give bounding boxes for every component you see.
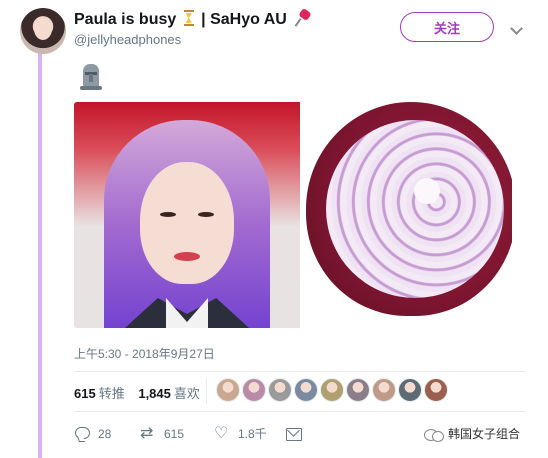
- message-button[interactable]: [286, 426, 310, 442]
- retweet-button[interactable]: 615: [140, 423, 214, 442]
- liker-avatar[interactable]: [346, 378, 370, 402]
- display-name-text: Paula is busy: [74, 11, 177, 28]
- liker-avatar[interactable]: [424, 378, 448, 402]
- hourglass-icon: [183, 10, 195, 26]
- watermark-text: 韩国女子组合: [448, 427, 521, 441]
- like-icon: [214, 423, 230, 442]
- likes-label[interactable]: 喜欢: [174, 386, 200, 401]
- tweet-timestamp[interactable]: 上午5:30 - 2018年9月27日: [74, 345, 215, 362]
- like-button[interactable]: 1.8千: [214, 423, 286, 442]
- tweet-actions: 28 615 1.8千: [74, 423, 310, 442]
- user-handle[interactable]: @jellyheadphones: [74, 32, 181, 47]
- retweets-count[interactable]: 615: [74, 386, 96, 401]
- liker-avatar[interactable]: [242, 378, 266, 402]
- liker-avatar[interactable]: [294, 378, 318, 402]
- thread-line: [38, 52, 42, 458]
- likes-count[interactable]: 1,845: [138, 386, 171, 401]
- onion-photo[interactable]: [302, 102, 512, 328]
- retweet-icon: [140, 423, 156, 442]
- divider: [74, 371, 526, 372]
- display-name[interactable]: Paula is busy | SaHyo AU: [74, 10, 311, 29]
- retweets-label[interactable]: 转推: [99, 386, 125, 401]
- liker-avatar[interactable]: [320, 378, 344, 402]
- liker-avatar[interactable]: [372, 378, 396, 402]
- moai-icon: [80, 64, 102, 90]
- reply-button[interactable]: 28: [74, 426, 140, 442]
- wechat-icon: [424, 427, 444, 442]
- tweet-stats: 615 转推 1,845 喜欢: [74, 383, 210, 402]
- retweet-count: 615: [164, 426, 185, 441]
- liker-avatar[interactable]: [398, 378, 422, 402]
- reply-count: 28: [98, 426, 112, 441]
- message-icon: [286, 426, 302, 442]
- liker-avatar[interactable]: [268, 378, 292, 402]
- reply-icon: [74, 426, 90, 442]
- display-name-suffix: | SaHyo AU: [201, 11, 287, 28]
- portrait-photo[interactable]: [74, 102, 300, 328]
- liker-avatars: [216, 378, 448, 402]
- like-count: 1.8千: [238, 427, 267, 441]
- chevron-down-icon[interactable]: [510, 22, 523, 35]
- liker-avatar[interactable]: [216, 378, 240, 402]
- tweet-media[interactable]: [74, 102, 512, 328]
- divider: [74, 411, 526, 412]
- follow-button[interactable]: 关注: [400, 12, 494, 42]
- stats-separator: [206, 378, 207, 404]
- avatar[interactable]: [20, 8, 66, 54]
- pin-icon: [295, 10, 311, 26]
- watermark: 韩国女子组合: [424, 425, 520, 442]
